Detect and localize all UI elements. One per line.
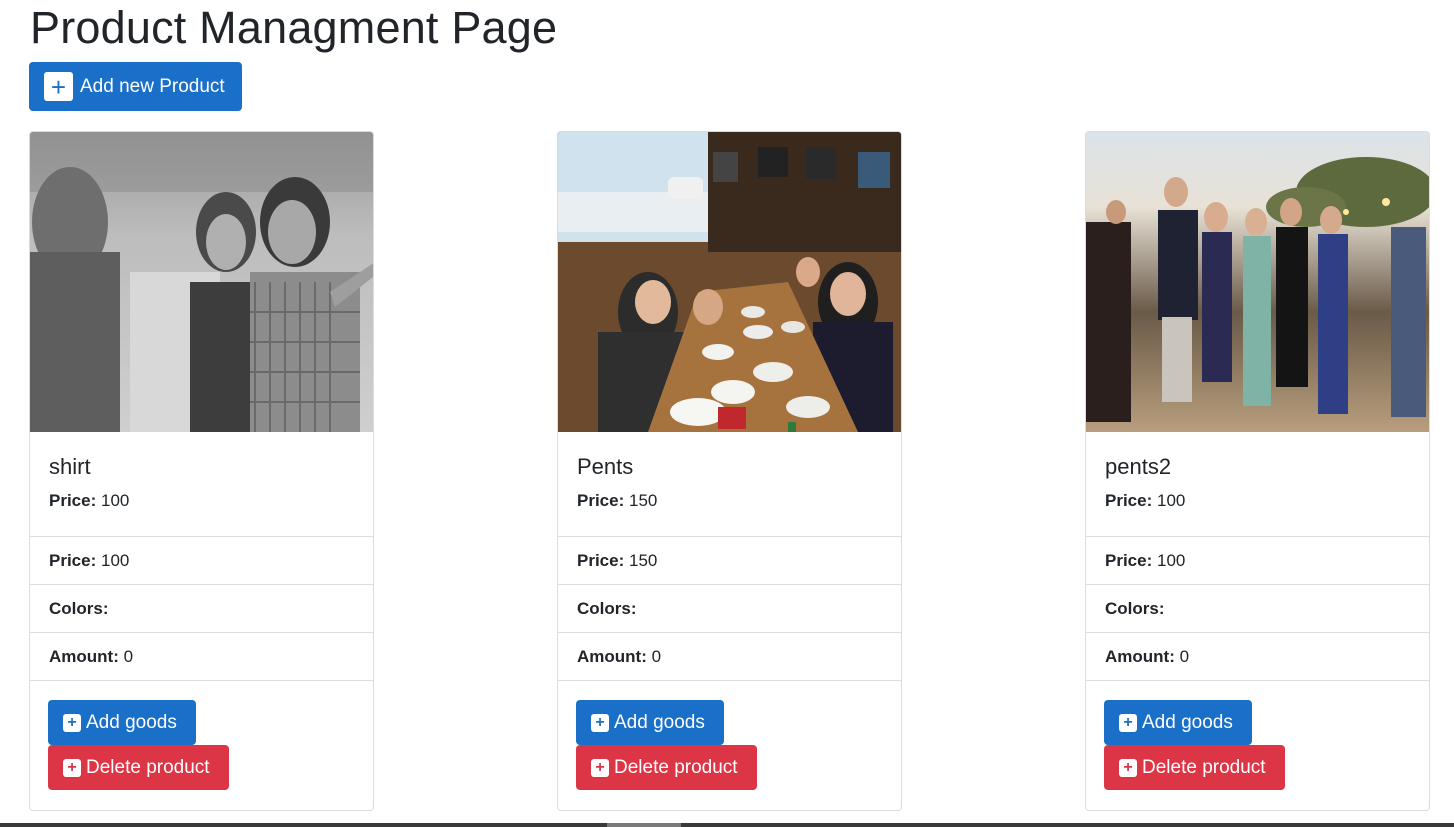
price-value: 100 <box>1156 550 1186 570</box>
colors-label: Colors: <box>577 598 637 618</box>
colors-label: Colors: <box>49 598 109 618</box>
plus-icon: + <box>591 758 609 777</box>
price-label: Price: <box>49 550 97 570</box>
amount-row: Amount: 0 <box>558 633 901 681</box>
amount-label: Amount: <box>49 646 119 666</box>
product-image <box>1086 132 1429 432</box>
price-value: 100 <box>100 491 130 510</box>
amount-label: Amount: <box>1105 646 1175 666</box>
add-new-product-label: Add new Product <box>80 75 225 97</box>
add-goods-label: Add goods <box>614 711 705 733</box>
horizontal-scrollbar[interactable] <box>0 823 1454 827</box>
add-new-product-button[interactable]: + Add new Product <box>29 62 242 111</box>
colors-label: Colors: <box>1105 598 1165 618</box>
product-image <box>30 132 373 432</box>
price-label: Price: <box>577 491 625 510</box>
price-label: Price: <box>49 491 97 510</box>
product-name: pents2 <box>1105 454 1172 479</box>
add-goods-button[interactable]: + Add goods <box>48 700 196 745</box>
product-name: Pents <box>577 454 634 479</box>
price-row: Price: 150 <box>558 537 901 585</box>
product-card: pents2 Price: 100 Price: 100 Colors: Amo… <box>1085 131 1430 811</box>
product-name: shirt <box>49 454 91 479</box>
price-row: Price: 100 <box>1086 537 1429 585</box>
price-row: Price: 100 <box>30 537 373 585</box>
product-image <box>558 132 901 432</box>
price-value: 100 <box>100 550 130 570</box>
add-goods-button[interactable]: + Add goods <box>576 700 724 745</box>
add-goods-button[interactable]: + Add goods <box>1104 700 1252 745</box>
amount-row: Amount: 0 <box>30 633 373 681</box>
amount-value: 0 <box>123 646 134 666</box>
product-price: Price: 100 <box>1105 491 1410 511</box>
colors-row: Colors: <box>1086 585 1429 633</box>
product-price: Price: 150 <box>577 491 882 511</box>
plus-icon: + <box>63 758 81 777</box>
page-title: Product Managment Page <box>30 2 558 53</box>
add-goods-label: Add goods <box>1142 711 1233 733</box>
plus-icon: + <box>1119 713 1137 732</box>
price-label: Price: <box>577 550 625 570</box>
product-card: shirt Price: 100 Price: 100 Colors: Amou… <box>29 131 374 811</box>
delete-product-label: Delete product <box>614 756 738 778</box>
amount-label: Amount: <box>577 646 647 666</box>
add-goods-label: Add goods <box>86 711 177 733</box>
colors-row: Colors: <box>558 585 901 633</box>
price-value: 100 <box>1156 491 1186 510</box>
plus-icon: + <box>44 72 73 101</box>
price-value: 150 <box>628 550 658 570</box>
plus-icon: + <box>63 713 81 732</box>
plus-icon: + <box>591 713 609 732</box>
colors-row: Colors: <box>30 585 373 633</box>
delete-product-label: Delete product <box>1142 756 1266 778</box>
scrollbar-thumb[interactable] <box>607 823 681 827</box>
price-value: 150 <box>628 491 658 510</box>
product-price: Price: 100 <box>49 491 354 511</box>
delete-product-label: Delete product <box>86 756 210 778</box>
amount-value: 0 <box>1179 646 1190 666</box>
delete-product-button[interactable]: + Delete product <box>48 745 229 790</box>
plus-icon: + <box>1119 758 1137 777</box>
delete-product-button[interactable]: + Delete product <box>576 745 757 790</box>
price-label: Price: <box>1105 491 1153 510</box>
delete-product-button[interactable]: + Delete product <box>1104 745 1285 790</box>
product-card: Pents Price: 150 Price: 150 Colors: Amou… <box>557 131 902 811</box>
amount-value: 0 <box>651 646 662 666</box>
price-label: Price: <box>1105 550 1153 570</box>
amount-row: Amount: 0 <box>1086 633 1429 681</box>
